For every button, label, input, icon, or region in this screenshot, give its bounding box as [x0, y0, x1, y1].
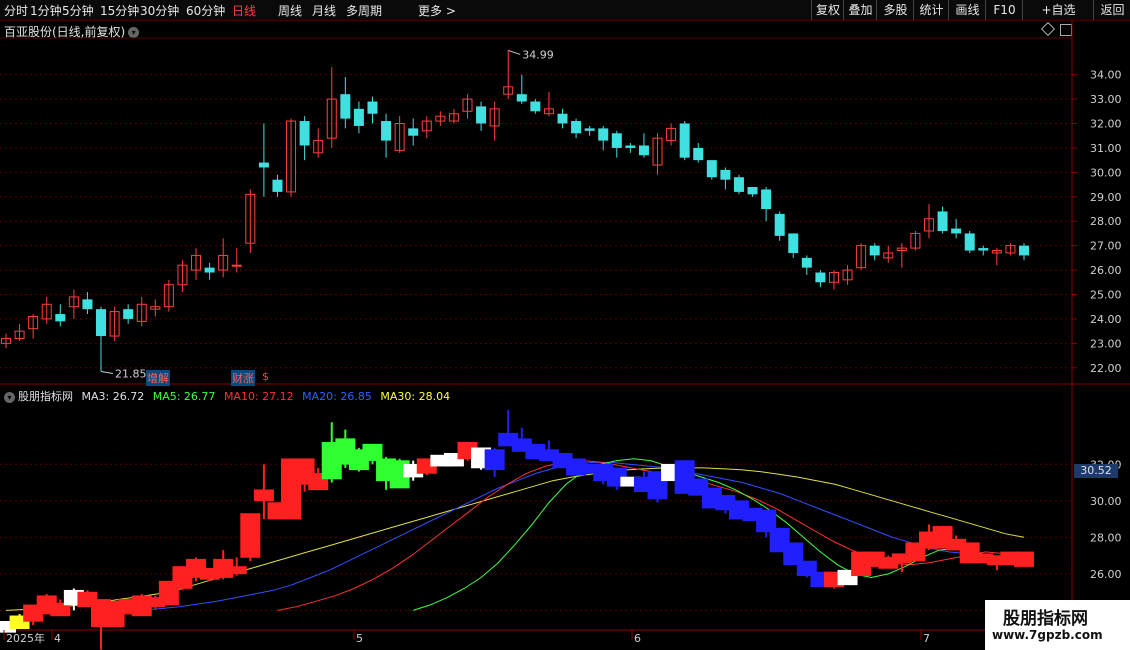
candle-body: [55, 314, 66, 322]
watermark-title: 股朋指标网: [1003, 609, 1088, 629]
candle-body: [1019, 245, 1029, 256]
x-tick-label: 6: [634, 632, 641, 645]
ma20-label: MA20: 26.85: [302, 390, 372, 403]
candle-body: [788, 233, 799, 253]
y-tick-label: 34.00: [1090, 69, 1122, 82]
candle-body: [869, 245, 880, 256]
candle-body: [231, 264, 242, 267]
high-label: 34.99: [522, 48, 554, 61]
candle-body: [204, 267, 215, 273]
candle-body: [951, 228, 962, 234]
candle-body: [96, 309, 107, 337]
low-pointer: [100, 370, 114, 374]
x-tick-label: 2025年: [6, 631, 45, 645]
candle-body: [258, 162, 269, 168]
y-tick-label: 26.00: [1090, 264, 1122, 277]
candle-body: [978, 248, 989, 251]
y-tick-label: 30.00: [1090, 495, 1122, 508]
candle-body: [679, 123, 690, 158]
ma3-label: MA3: 26.72: [81, 390, 145, 403]
y-tick-label: 30.00: [1090, 166, 1122, 179]
x-tick-label: 7: [923, 632, 930, 645]
candle-body: [774, 213, 785, 236]
candle-body: [584, 128, 595, 131]
candle-body: [761, 189, 772, 209]
y-tick-label: 28.00: [1090, 215, 1122, 228]
y-tick-label: 22.00: [1090, 362, 1122, 375]
ma30-line: [5, 467, 1025, 611]
watermark-url: www.7gpzb.com: [992, 628, 1103, 642]
badge-dollar[interactable]: $: [262, 370, 269, 383]
candle-body: [272, 179, 283, 192]
candle-body: [801, 257, 812, 268]
candle-body: [516, 94, 527, 102]
candle-body: [530, 101, 541, 112]
indicator-block: [1014, 551, 1034, 567]
candle-body: [611, 133, 622, 148]
low-label: 21.85: [115, 367, 147, 380]
candle-body: [693, 147, 704, 161]
candle-body: [598, 128, 609, 141]
y-tick-label: 27.00: [1090, 240, 1122, 253]
current-price-tag: 30.52: [1074, 464, 1118, 478]
candle-body: [638, 145, 649, 156]
candle-body: [123, 309, 134, 319]
candle-body: [625, 145, 636, 148]
indicator-block: [226, 566, 247, 575]
stock-chart: 34.99 21.85 34.00 33.00 32.00 31.00 30.00 29.0…: [0, 20, 1130, 650]
y-tick-label: 26.00: [1090, 568, 1122, 581]
candle-body: [815, 272, 826, 283]
candle-body: [82, 299, 93, 310]
y-tick-label: 25.00: [1090, 289, 1122, 302]
x-tick-label: 4: [54, 632, 61, 645]
candle-body: [476, 106, 487, 124]
chevron-down-icon[interactable]: ▾: [4, 391, 15, 403]
candle-body: [706, 160, 717, 178]
candle-body: [733, 177, 744, 192]
y-tick-label: 28.00: [1090, 531, 1122, 544]
indicator-block: [484, 449, 505, 471]
candle-body: [557, 113, 568, 124]
y-tick-label: 31.00: [1090, 142, 1122, 155]
high-pointer: [508, 49, 521, 55]
candle-body: [747, 187, 758, 195]
y-tick-label: 23.00: [1090, 337, 1122, 350]
indicator-block: [240, 513, 261, 558]
candle-body: [381, 121, 392, 141]
x-tick-label: 5: [356, 632, 363, 645]
candle-body: [408, 128, 419, 136]
candle-body: [353, 108, 364, 126]
ma5-label: MA5: 26.77: [152, 390, 216, 403]
candle-body: [720, 169, 731, 180]
candle-body: [571, 121, 582, 134]
watermark: 股朋指标网 www.7gpzb.com: [985, 600, 1130, 650]
candle-body: [964, 233, 975, 251]
candle-body: [340, 94, 351, 119]
candle-body: [299, 121, 310, 146]
y-tick-label: 32.00: [1090, 118, 1122, 131]
badge-increase[interactable]: 增解: [146, 370, 170, 386]
indicator-legend: ▾ 股朋指标网 MA3: 26.72 MA5: 26.77 MA10: 27.12…: [4, 388, 455, 404]
ma10-label: MA10: 27.12: [223, 390, 294, 403]
ma20-line: [141, 461, 1025, 611]
indicator-block: [362, 443, 383, 461]
badge-finance[interactable]: 财涨: [231, 370, 255, 386]
ma30-label: MA30: 28.04: [380, 390, 451, 403]
y-tick-label: 24.00: [1090, 313, 1122, 326]
y-tick-label: 33.00: [1090, 93, 1122, 106]
candle-body: [367, 101, 378, 114]
indicator-block: [253, 489, 274, 502]
indicator-name: 股朋指标网: [18, 390, 73, 403]
y-tick-label: 29.00: [1090, 191, 1122, 204]
candle-body: [937, 211, 948, 231]
